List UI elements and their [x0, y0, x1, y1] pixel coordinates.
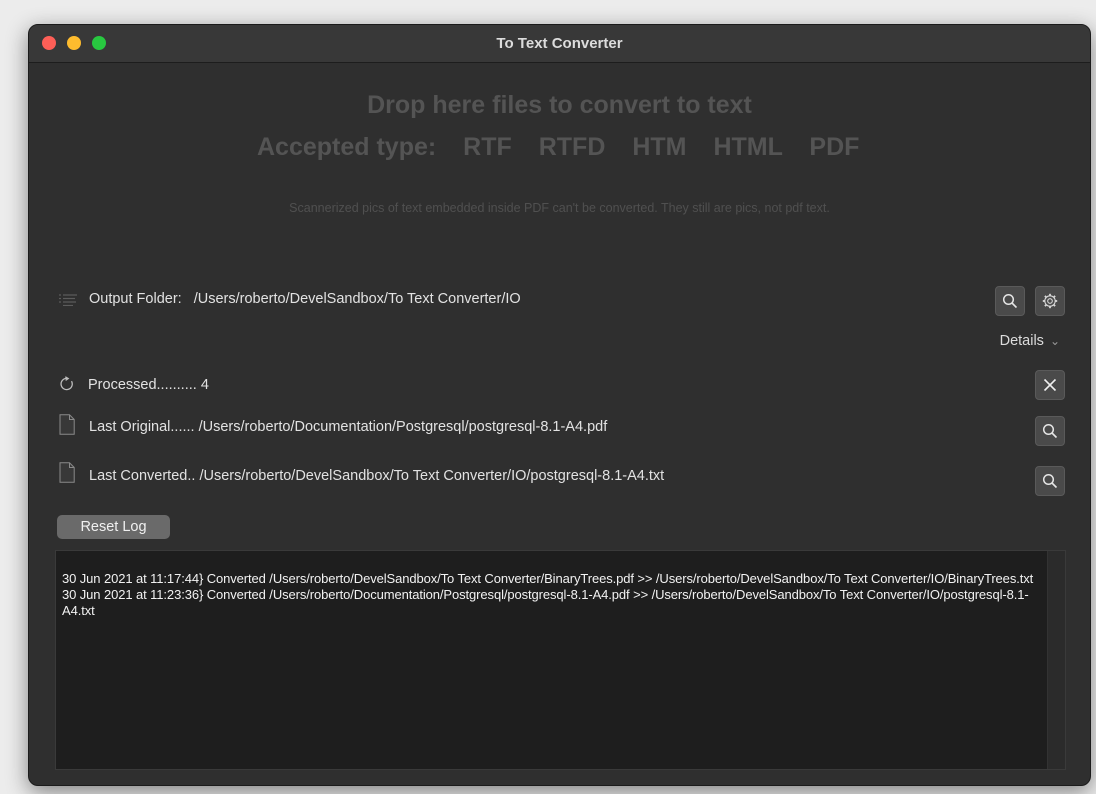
last-original-row: Last Original...... /Users/roberto/Docum…	[89, 419, 607, 435]
file-type-html: HTML	[713, 133, 783, 161]
search-converted-button[interactable]	[1035, 466, 1065, 496]
details-label: Details	[999, 333, 1044, 349]
reset-log-button[interactable]: Reset Log	[57, 515, 170, 539]
list-icon	[59, 294, 77, 306]
log-scrollbar[interactable]	[1047, 551, 1065, 769]
pdf-note: Scannerized pics of text embedded inside…	[289, 201, 830, 215]
last-original-label: Last Original......	[89, 419, 195, 435]
log-content: 30 Jun 2021 at 11:17:44} Converted /User…	[62, 571, 1046, 619]
log-text-area[interactable]: 30 Jun 2021 at 11:17:44} Converted /User…	[55, 550, 1066, 770]
processed-row: Processed.......... 4	[88, 377, 209, 393]
refresh-icon	[60, 376, 73, 391]
file-type-rtfd: RTFD	[538, 133, 606, 161]
log-entry: 30 Jun 2021 at 11:17:44} Converted /User…	[62, 571, 1034, 586]
chevron-down-icon: ⌄	[1049, 334, 1060, 348]
close-icon	[1043, 378, 1057, 392]
gear-icon	[1042, 293, 1058, 309]
last-converted-path: /Users/roberto/DevelSandbox/To Text Conv…	[199, 468, 665, 484]
accepted-types: Accepted type: RTF RTFD HTM HTML PDF	[257, 133, 859, 162]
last-converted-row: Last Converted.. /Users/roberto/DevelSan…	[89, 468, 664, 484]
app-window: To Text Converter Drop here files to con…	[28, 24, 1091, 786]
drop-zone-title[interactable]: Drop here files to convert to text	[29, 91, 1090, 120]
file-type-rtf: RTF	[463, 133, 512, 161]
details-disclosure[interactable]: Details ⌄	[1000, 333, 1060, 349]
file-type-pdf: PDF	[809, 133, 860, 161]
search-output-button[interactable]	[995, 286, 1025, 316]
processed-label: Processed..........	[88, 377, 197, 393]
last-converted-label: Last Converted..	[89, 468, 196, 484]
output-folder-path: /Users/roberto/DevelSandbox/To Text Conv…	[193, 291, 521, 307]
search-icon	[1002, 293, 1018, 309]
title-bar[interactable]: To Text Converter	[29, 25, 1090, 63]
search-icon	[1042, 473, 1058, 489]
document-icon	[59, 414, 75, 435]
clear-button[interactable]	[1035, 370, 1065, 400]
accepted-types-label: Accepted type:	[257, 133, 437, 161]
output-folder-label: Output Folder:	[89, 291, 182, 307]
output-folder-row: Output Folder: /Users/roberto/DevelSandb…	[89, 291, 521, 307]
document-icon	[59, 462, 75, 483]
settings-button[interactable]	[1035, 286, 1065, 316]
file-type-htm: HTM	[632, 133, 687, 161]
processed-count: 4	[200, 377, 209, 393]
last-original-path: /Users/roberto/Documentation/Postgresql/…	[198, 419, 608, 435]
log-entry: 30 Jun 2021 at 11:23:36} Converted /User…	[62, 587, 1029, 618]
window-title: To Text Converter	[496, 35, 623, 52]
search-original-button[interactable]	[1035, 416, 1065, 446]
search-icon	[1042, 423, 1058, 439]
